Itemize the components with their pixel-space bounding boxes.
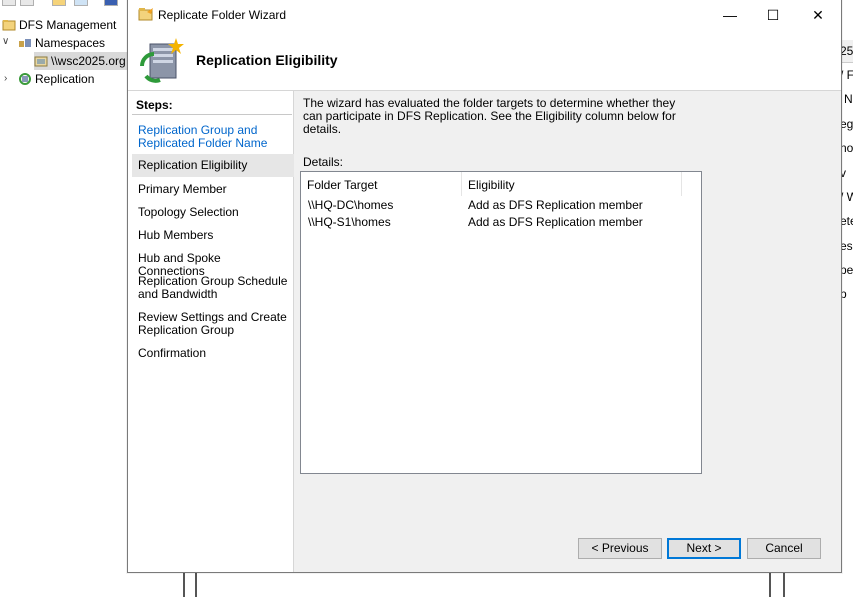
close-button[interactable]: ✕ bbox=[795, 0, 841, 30]
page-title: Replication Eligibility bbox=[196, 52, 338, 68]
namespace-icon bbox=[34, 56, 48, 67]
splitter-right[interactable] bbox=[767, 572, 789, 597]
listview-header: Folder Target Eligibility bbox=[301, 172, 701, 196]
details-label: Details: bbox=[303, 155, 344, 169]
cell-eligibility: Add as DFS Replication member bbox=[468, 198, 643, 212]
step-review-settings: Review Settings and Create Replication G… bbox=[138, 310, 287, 337]
view-icon[interactable] bbox=[74, 0, 88, 6]
replication-icon bbox=[19, 73, 31, 85]
replication-server-icon bbox=[140, 38, 184, 83]
tree-item-replication[interactable]: Replication bbox=[18, 70, 94, 88]
folder-icon[interactable] bbox=[52, 0, 66, 6]
results-fragment: N bbox=[844, 92, 853, 106]
cancel-button[interactable]: Cancel bbox=[747, 538, 821, 559]
step-topology-selection: Topology Selection bbox=[138, 205, 239, 219]
chevron-down-icon[interactable]: ∨ bbox=[2, 36, 9, 47]
cell-folder-target: \\HQ-S1\homes bbox=[308, 215, 391, 229]
step-primary-member: Primary Member bbox=[138, 182, 227, 196]
back-icon[interactable] bbox=[2, 0, 16, 6]
step-confirmation: Confirmation bbox=[138, 346, 207, 360]
forward-icon[interactable] bbox=[20, 0, 34, 6]
next-button[interactable]: Next > bbox=[667, 538, 741, 559]
step-schedule-bandwidth: Replication Group Schedule and Bandwidth bbox=[138, 274, 288, 301]
namespaces-icon bbox=[19, 39, 31, 47]
table-row[interactable]: \\HQ-DC\homes Add as DFS Replication mem… bbox=[301, 197, 701, 214]
minimize-button[interactable]: — bbox=[707, 0, 753, 30]
steps-divider bbox=[132, 114, 292, 115]
help-icon[interactable] bbox=[104, 0, 118, 6]
console-toolbar bbox=[0, 0, 130, 6]
wizard-content: The wizard has evaluated the folder targ… bbox=[294, 91, 841, 572]
tree-item-dfs-management[interactable]: DFS Management bbox=[2, 16, 116, 34]
dialog-titlebar[interactable]: Replicate Folder Wizard — ☐ ✕ bbox=[128, 0, 841, 30]
column-header-eligibility[interactable]: Eligibility bbox=[462, 172, 682, 196]
cell-eligibility: Add as DFS Replication member bbox=[468, 215, 643, 229]
replicate-folder-wizard-dialog: Replicate Folder Wizard — ☐ ✕ Replicatio… bbox=[127, 0, 842, 573]
maximize-button[interactable]: ☐ bbox=[750, 0, 796, 30]
step-link-replication-group-name[interactable]: Replication Group and Replicated Folder … bbox=[138, 124, 288, 150]
step-hub-members: Hub Members bbox=[138, 228, 214, 242]
chevron-right-icon[interactable]: › bbox=[4, 73, 7, 84]
tree-item-namespace-wsc2025[interactable]: \\wsc2025.org bbox=[34, 52, 128, 70]
splitter-left[interactable] bbox=[181, 572, 203, 597]
eligibility-listview[interactable]: Folder Target Eligibility \\HQ-DC\homes … bbox=[300, 171, 702, 474]
tree-item-namespaces[interactable]: Namespaces bbox=[18, 34, 105, 52]
folder-wizard-icon bbox=[138, 8, 153, 21]
dfs-management-icon bbox=[2, 20, 16, 31]
wizard-banner: Replication Eligibility bbox=[128, 30, 841, 91]
steps-pane: Steps: Replication Group and Replicated … bbox=[128, 91, 294, 572]
intro-text: The wizard has evaluated the folder targ… bbox=[303, 96, 676, 136]
previous-button[interactable]: < Previous bbox=[578, 538, 662, 559]
step-current-replication-eligibility: Replication Eligibility bbox=[132, 154, 294, 177]
dialog-title: Replicate Folder Wizard bbox=[158, 8, 287, 22]
steps-heading: Steps: bbox=[136, 98, 173, 112]
column-header-folder-target[interactable]: Folder Target bbox=[301, 172, 462, 196]
cell-folder-target: \\HQ-DC\homes bbox=[308, 198, 394, 212]
table-row[interactable]: \\HQ-S1\homes Add as DFS Replication mem… bbox=[301, 214, 701, 231]
